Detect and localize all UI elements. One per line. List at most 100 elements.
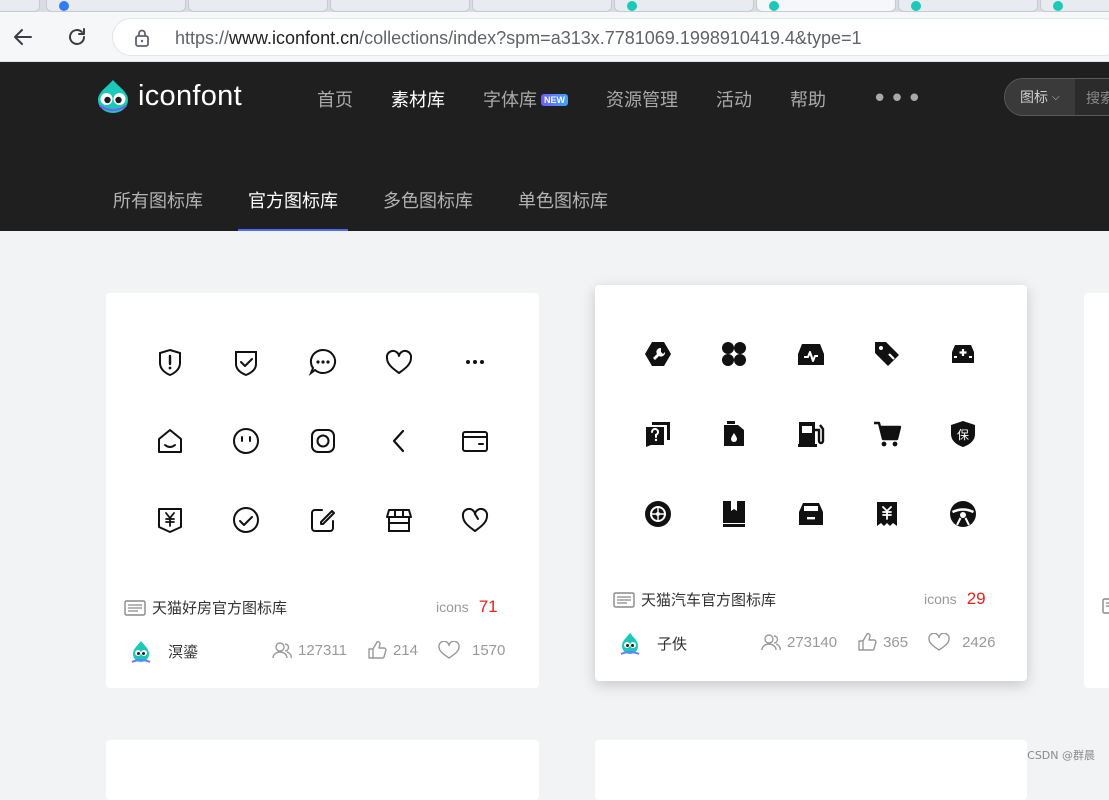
search-input[interactable]: 搜索 <box>1086 88 1109 108</box>
more-dots-icon <box>460 347 490 377</box>
browser-toolbar: https://www.iconfont.cn/collections/inde… <box>0 12 1109 62</box>
nav-item-activities[interactable]: 活动 <box>716 86 752 112</box>
iconfont-logo-icon <box>94 78 132 114</box>
four-leaf-icon <box>719 339 749 369</box>
library-icon <box>1102 597 1109 615</box>
card-title-row: 天猫汽车官方图标库 <box>613 589 776 610</box>
browser-tab[interactable] <box>1040 0 1109 12</box>
favorites-stat[interactable]: 1570 <box>438 641 505 659</box>
thumbs-up-icon <box>857 633 877 651</box>
heart-broken-icon <box>460 505 490 535</box>
tab-favicon-icon <box>627 1 637 11</box>
collection-card[interactable]: 天猫好房官方图标库 icons 71 溟鎏 127311 214 1570 <box>106 293 539 688</box>
browser-tab[interactable] <box>614 0 754 12</box>
users-count: 273140 <box>787 634 837 651</box>
users-icon <box>761 633 781 651</box>
lock-icon[interactable] <box>133 28 151 48</box>
author-row: 子佚 <box>617 630 687 656</box>
tab-multicolor-libraries[interactable]: 多色图标库 <box>383 187 473 231</box>
browser-tab[interactable] <box>188 0 328 12</box>
heart-icon <box>438 641 460 659</box>
svg-text:保: 保 <box>957 428 969 442</box>
users-count: 127311 <box>298 642 347 659</box>
car-front-icon <box>796 499 826 529</box>
nav-item-fonts[interactable]: 字体库 NEW <box>483 86 568 112</box>
icons-label: icons <box>924 591 957 607</box>
library-icon <box>124 599 146 617</box>
nav-item-help[interactable]: 帮助 <box>790 86 826 112</box>
manual-book-icon <box>719 499 749 529</box>
icons-count: icons 29 <box>924 589 986 609</box>
steering-wheel-icon <box>948 499 978 529</box>
smile-face-icon <box>231 426 261 456</box>
browser-tab[interactable] <box>472 0 612 12</box>
check-circle-icon <box>231 505 261 535</box>
car-pulse-icon <box>796 339 826 369</box>
shield-check-icon <box>231 347 261 377</box>
card-title[interactable]: 天猫好房官方图标库 <box>152 597 287 618</box>
reload-button[interactable] <box>62 22 92 52</box>
shield-exclamation-icon <box>155 347 185 377</box>
likes-stat[interactable]: 214 <box>367 641 418 659</box>
tab-monochrome-libraries[interactable]: 单色图标库 <box>518 187 608 231</box>
card-title[interactable]: 天猫汽车官方图标库 <box>641 589 776 610</box>
collection-card-partial[interactable] <box>595 740 1027 800</box>
tag-cut-icon <box>872 339 902 369</box>
browser-tab[interactable] <box>330 0 470 12</box>
back-button[interactable] <box>8 22 38 52</box>
logo-text: iconfont <box>138 80 242 113</box>
fuel-pump-icon <box>796 419 826 449</box>
icons-label: icons <box>436 599 469 615</box>
house-smile-icon <box>155 426 185 456</box>
author-name[interactable]: 子佚 <box>657 633 687 654</box>
edit-square-icon <box>308 505 338 535</box>
url-text[interactable]: https://www.iconfont.cn/collections/inde… <box>175 28 862 49</box>
tab-all-libraries[interactable]: 所有图标库 <box>113 187 203 231</box>
browser-tabstrip <box>0 0 1109 12</box>
browser-tab[interactable] <box>898 0 1038 12</box>
tab-favicon-icon <box>769 1 779 11</box>
search-box: 图标⌵ 搜索 <box>1004 78 1109 116</box>
rounded-square-circle-icon <box>308 426 338 456</box>
site-header: iconfont 首页 素材库 字体库 NEW 资源管理 活动 帮助 ••• 图标… <box>0 62 1109 231</box>
favorites-stat[interactable]: 2426 <box>928 633 995 651</box>
icons-count-value: 29 <box>967 589 986 609</box>
avatar[interactable] <box>617 630 643 656</box>
tab-official-libraries[interactable]: 官方图标库 <box>248 187 338 231</box>
tire-wheel-icon <box>643 499 673 529</box>
nav-item-resources[interactable]: 资源管理 <box>606 86 678 112</box>
storefront-icon <box>384 505 414 535</box>
collection-card-partial[interactable] <box>1084 293 1109 688</box>
more-menu-button[interactable]: ••• <box>872 90 924 108</box>
collection-card-partial[interactable] <box>106 740 539 800</box>
search-type-select[interactable]: 图标⌵ <box>1005 79 1075 115</box>
tab-favicon-icon <box>59 1 69 11</box>
address-bar[interactable]: https://www.iconfont.cn/collections/inde… <box>112 18 1109 56</box>
avatar[interactable] <box>128 638 154 664</box>
browser-tab[interactable] <box>0 0 40 12</box>
watermark-text: CSDN @群晨 <box>1027 747 1095 763</box>
iconfont-logo[interactable]: iconfont <box>94 78 242 114</box>
search-type-label: 图标 <box>1020 87 1048 107</box>
collection-card-hovered[interactable]: 保 天猫汽车官方图标库 icons 29 子佚 273140 365 2426 <box>595 285 1027 681</box>
nav-item-home[interactable]: 首页 <box>317 86 353 112</box>
yuan-tag-icon <box>155 505 185 535</box>
nav-item-materials[interactable]: 素材库 <box>391 86 445 112</box>
likes-count: 214 <box>393 642 418 659</box>
users-stat: 127311 <box>272 641 347 659</box>
icons-count-value: 71 <box>479 597 498 617</box>
new-badge: NEW <box>541 94 568 106</box>
heart-outline-icon <box>384 347 414 377</box>
browser-tab-active[interactable] <box>756 0 896 12</box>
author-name[interactable]: 溟鎏 <box>168 641 198 662</box>
chevron-left-icon <box>384 426 414 456</box>
likes-count: 365 <box>883 634 908 651</box>
main-nav: 首页 素材库 字体库 NEW 资源管理 活动 帮助 ••• <box>317 86 924 112</box>
nav-item-label: 字体库 <box>483 90 537 111</box>
browser-tab[interactable] <box>46 0 186 12</box>
likes-stat[interactable]: 365 <box>857 633 908 651</box>
author-row: 溟鎏 <box>128 638 198 664</box>
yuan-receipt-icon <box>872 499 902 529</box>
library-tabs: 所有图标库 官方图标库 多色图标库 单色图标库 <box>113 187 653 231</box>
car-medical-icon <box>948 339 978 369</box>
